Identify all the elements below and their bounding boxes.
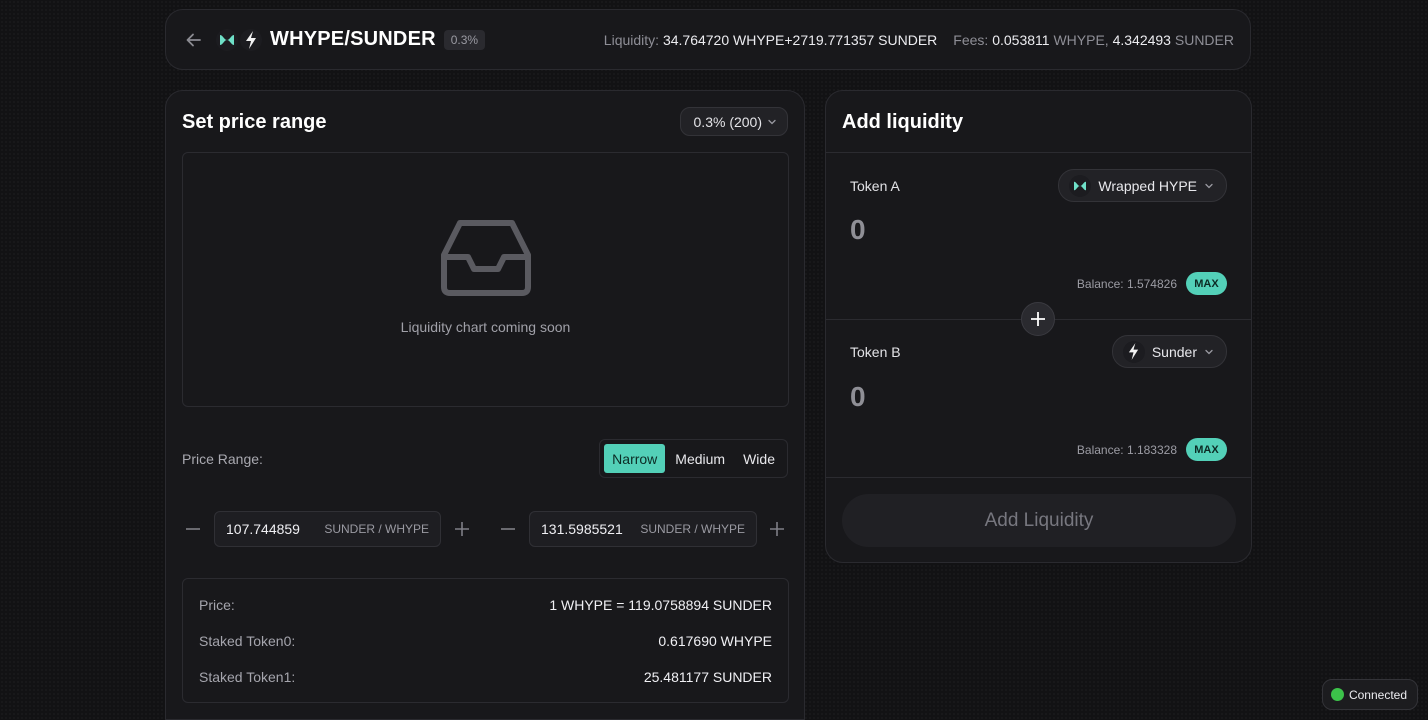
price-range-panel: Set price range 0.3% (200) Liquidity cha…: [165, 90, 805, 720]
plus-icon: [1021, 302, 1055, 336]
range-medium-button[interactable]: Medium: [667, 444, 733, 473]
range-preset-selector: Narrow Medium Wide: [599, 439, 788, 478]
chevron-down-icon: [1204, 178, 1214, 194]
liquidity-stat: Liquidity: 34.764720 WHYPE+2719.771357 S…: [603, 31, 938, 48]
chevron-down-icon: [1204, 344, 1214, 360]
divider: [826, 152, 1251, 153]
token-b-amount-input[interactable]: 0: [850, 381, 866, 413]
token-a-select[interactable]: Wrapped HYPE: [1058, 169, 1227, 202]
plus-icon[interactable]: [451, 518, 473, 540]
status-dot-icon: [1330, 688, 1344, 701]
token-b-select[interactable]: Sunder: [1111, 335, 1227, 368]
add-liquidity-title: Add liquidity: [842, 111, 964, 133]
min-price-input[interactable]: 107.744859 SUNDER / WHYPE: [214, 510, 441, 547]
add-liquidity-panel: Add liquidity Token A Wrapped HYPE 0 Bal…: [825, 90, 1252, 563]
pool-header: WHYPE/SUNDER 0.3% Liquidity: 34.764720 W…: [165, 9, 1251, 70]
sunder-token-icon: [240, 28, 262, 51]
plus-icon[interactable]: [766, 518, 788, 540]
hype-token-icon: [216, 28, 238, 51]
pair-icons: [216, 28, 262, 51]
range-narrow-button[interactable]: Narrow: [604, 444, 666, 473]
inbox-icon: [440, 219, 532, 297]
hype-token-icon: [1069, 174, 1092, 197]
token-b-max-button[interactable]: MAX: [1186, 438, 1227, 461]
minus-icon[interactable]: [182, 518, 204, 540]
token-a-balance: Balance: 1.574826: [1076, 277, 1177, 291]
divider: [826, 477, 1251, 478]
info-row-staked-token1: Staked Token1: 25.481177 SUNDER: [199, 669, 772, 685]
chart-coming-soon-text: Liquidity chart coming soon: [400, 318, 571, 335]
minus-icon[interactable]: [497, 518, 519, 540]
pair-name: WHYPE/SUNDER: [270, 28, 436, 50]
add-liquidity-button[interactable]: Add Liquidity: [842, 494, 1236, 547]
price-range-title: Set price range: [182, 111, 327, 133]
info-row-price: Price: 1 WHYPE = 119.0758894 SUNDER: [199, 597, 772, 613]
back-arrow-icon[interactable]: [184, 29, 206, 51]
sunder-token-icon: [1122, 340, 1145, 363]
position-info: Price: 1 WHYPE = 119.0758894 SUNDER Stak…: [182, 578, 789, 703]
chevron-down-icon: [767, 114, 777, 130]
max-price-input[interactable]: 131.5985521 SUNDER / WHYPE: [529, 510, 757, 547]
price-range-label: Price Range:: [182, 451, 263, 467]
range-wide-button[interactable]: Wide: [735, 444, 783, 473]
fee-tier-badge: 0.3%: [443, 29, 486, 50]
max-price-row: 131.5985521 SUNDER / WHYPE: [497, 510, 788, 547]
info-row-staked-token0: Staked Token0: 0.617690 WHYPE: [199, 633, 772, 649]
fee-tier-select[interactable]: 0.3% (200): [679, 107, 788, 136]
token-b-label: Token B: [850, 344, 901, 360]
token-a-amount-input[interactable]: 0: [850, 214, 866, 246]
token-a-label: Token A: [850, 178, 900, 194]
token-a-max-button[interactable]: MAX: [1186, 272, 1227, 295]
liquidity-chart-placeholder: Liquidity chart coming soon: [182, 152, 789, 407]
pool-stats: Liquidity: 34.764720 WHYPE+2719.771357 S…: [604, 32, 1234, 48]
fees-stat: Fees: 0.053811 WHYPE, 4.342493 SUNDER: [953, 31, 1234, 48]
token-b-balance: Balance: 1.183328: [1076, 443, 1177, 457]
min-price-row: 107.744859 SUNDER / WHYPE: [182, 510, 473, 547]
connection-status-badge[interactable]: Connected: [1321, 679, 1418, 710]
